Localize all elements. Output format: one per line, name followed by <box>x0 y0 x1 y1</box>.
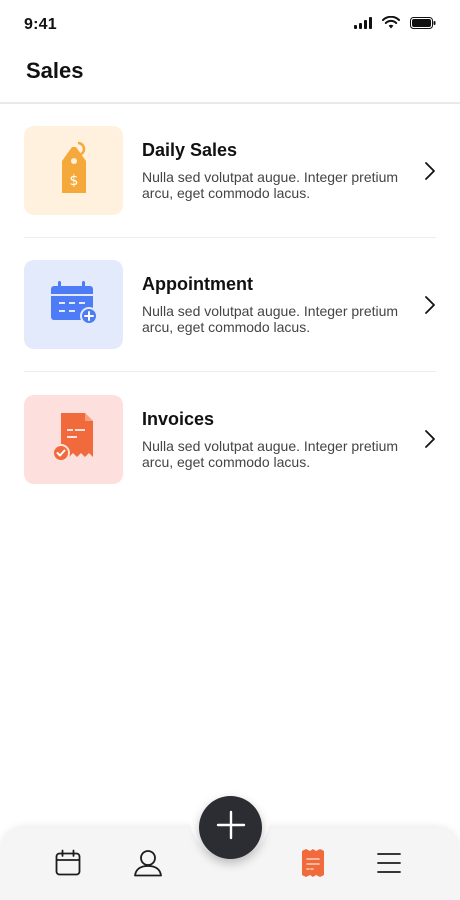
sales-list: $ Daily Sales Nulla sed volutpat augue. … <box>24 104 436 506</box>
wifi-icon <box>382 15 400 34</box>
user-icon[interactable] <box>133 848 163 878</box>
price-tag-icon: $ <box>56 139 92 202</box>
item-title: Daily Sales <box>142 140 238 160</box>
page-title: Sales <box>26 58 84 83</box>
list-item-appointment[interactable]: Appointment Nulla sed volutpat augue. In… <box>24 238 436 372</box>
receipt-icon <box>49 411 99 468</box>
item-description: Nulla sed volutpat augue. Integer pretiu… <box>142 303 399 335</box>
menu-icon[interactable] <box>374 848 404 878</box>
invoices-text: Invoices Nulla sed volutpat augue. Integ… <box>142 409 414 470</box>
item-description: Nulla sed volutpat augue. Integer pretiu… <box>142 437 399 470</box>
header: Sales <box>0 48 460 104</box>
appointment-text: Appointment Nulla sed volutpat augue. In… <box>142 274 414 335</box>
list-item-invoices[interactable]: Invoices Nulla sed volutpat augue. Integ… <box>24 372 436 506</box>
signal-icon <box>354 16 372 34</box>
chevron-right-icon[interactable] <box>424 429 436 449</box>
chevron-right-icon[interactable] <box>424 161 436 181</box>
battery-icon <box>410 16 436 34</box>
add-icon <box>216 810 246 845</box>
calendar-icon[interactable] <box>53 848 83 878</box>
invoices-thumbnail <box>24 394 123 484</box>
chevron-right-icon[interactable] <box>424 295 436 315</box>
item-description: Nulla sed volutpat augue. Integer pretiu… <box>142 169 399 201</box>
daily-sales-thumbnail: $ <box>24 126 123 215</box>
appointment-thumbnail <box>24 260 123 349</box>
svg-text:$: $ <box>69 173 78 189</box>
add-button[interactable] <box>199 796 262 859</box>
receipt-nav-icon[interactable] <box>298 848 328 878</box>
list-item-daily-sales[interactable]: $ Daily Sales Nulla sed volutpat augue. … <box>24 104 436 238</box>
item-title: Invoices <box>142 408 215 429</box>
calendar-plus-icon <box>49 280 99 329</box>
daily-sales-text: Daily Sales Nulla sed volutpat augue. In… <box>142 140 414 201</box>
status-bar: 9:41 <box>0 0 460 48</box>
status-icons <box>354 15 436 34</box>
item-title: Appointment <box>142 274 253 294</box>
status-time: 9:41 <box>24 16 57 33</box>
